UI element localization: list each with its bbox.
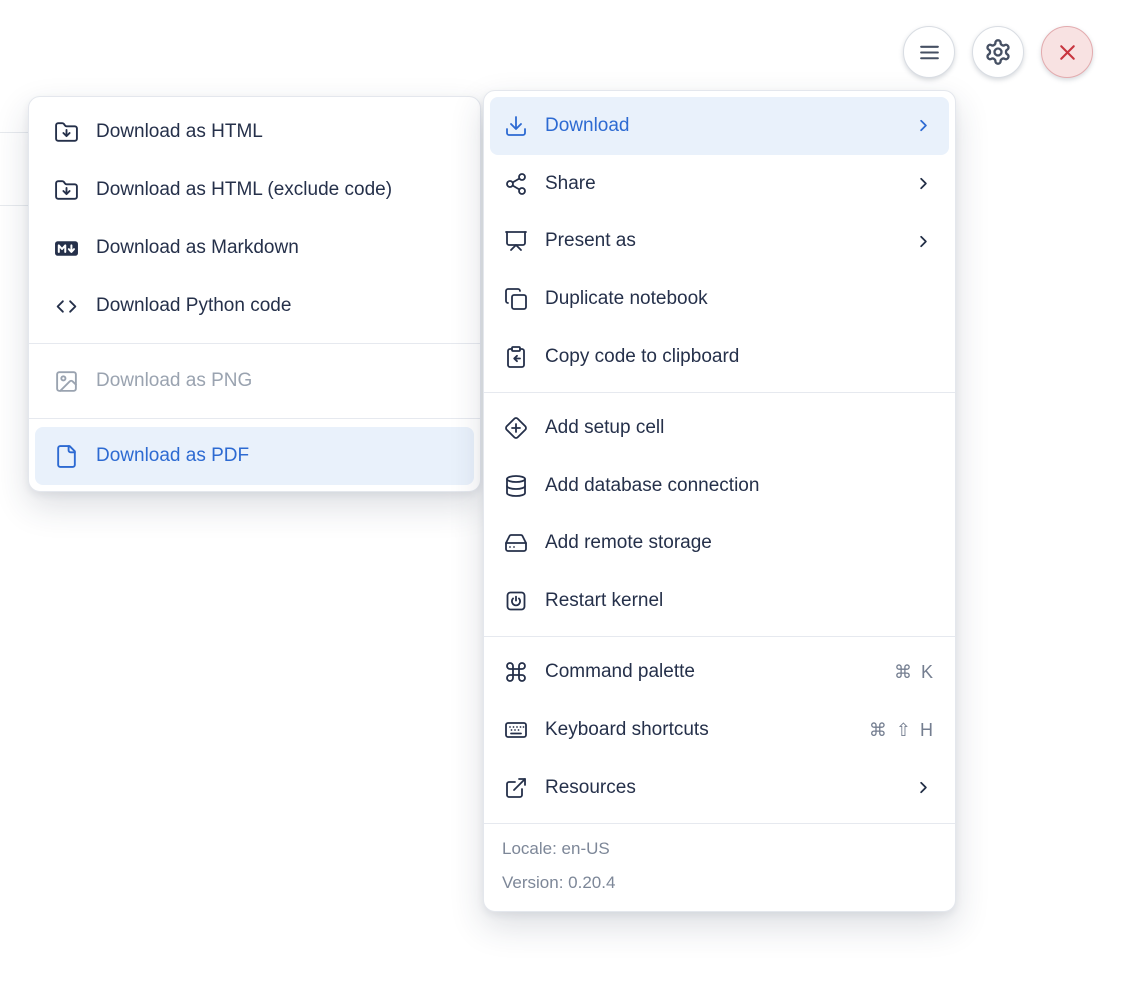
share-icon bbox=[504, 172, 528, 196]
keyboard-shortcut: ⌘ K bbox=[893, 662, 933, 683]
folder-down-icon bbox=[54, 178, 79, 203]
menu-item-trailing bbox=[914, 778, 933, 797]
background-cell-border bbox=[0, 205, 28, 206]
menu-item-label: Add remote storage bbox=[545, 532, 712, 554]
menu-divider bbox=[484, 391, 955, 393]
gear-icon bbox=[984, 38, 1012, 66]
menu-item-command-palette[interactable]: Command palette ⌘ K bbox=[490, 643, 949, 701]
menu-item-download-as-html[interactable]: Download as HTML bbox=[35, 103, 474, 161]
menu-item-label: Add setup cell bbox=[545, 416, 665, 438]
notebook-actions-menu-button[interactable] bbox=[903, 26, 955, 78]
power-icon bbox=[504, 589, 528, 613]
duplicate-icon bbox=[504, 287, 528, 311]
menu-item-download-as-pdf[interactable]: Download as PDF bbox=[35, 427, 474, 485]
menu-item-trailing bbox=[914, 116, 933, 135]
locale-label: Locale: en-US bbox=[502, 838, 610, 858]
menu-item-duplicate-notebook[interactable]: Duplicate notebook bbox=[490, 270, 949, 328]
chevron-right-icon bbox=[914, 116, 933, 135]
menu-item-add-remote-storage[interactable]: Add remote storage bbox=[490, 515, 949, 573]
external-link-icon bbox=[504, 776, 528, 800]
menu-item-label: Download as PNG bbox=[96, 370, 253, 391]
menu-item-label: Keyboard shortcuts bbox=[545, 718, 709, 740]
folder-down-icon bbox=[54, 120, 79, 145]
database-icon bbox=[504, 474, 528, 498]
menu-item-label: Add database connection bbox=[545, 474, 760, 496]
menu-item-download-python-code[interactable]: Download Python code bbox=[35, 277, 474, 335]
settings-button[interactable] bbox=[972, 26, 1024, 78]
menu-item-label: Restart kernel bbox=[545, 590, 664, 612]
hard-drive-icon bbox=[504, 531, 528, 555]
image-icon bbox=[54, 369, 79, 394]
menu-item-label: Download Python code bbox=[96, 295, 292, 316]
file-icon bbox=[54, 444, 79, 469]
menu-item-label: Download as HTML bbox=[96, 121, 263, 142]
menu-item-download-as-html-exclude-code[interactable]: Download as HTML (exclude code) bbox=[35, 161, 474, 219]
menu-item-label: Copy code to clipboard bbox=[545, 346, 740, 368]
menu-item-download-as-png: Download as PNG bbox=[35, 352, 474, 410]
menu-item-download[interactable]: Download bbox=[490, 97, 949, 155]
code-icon bbox=[54, 294, 79, 319]
command-icon bbox=[504, 660, 528, 684]
menu-item-label: Command palette bbox=[545, 661, 695, 683]
markdown-icon bbox=[54, 236, 79, 261]
menu-divider bbox=[29, 343, 480, 344]
menu-item-add-database-connection[interactable]: Add database connection bbox=[490, 457, 949, 515]
keyboard-shortcut: ⌘ ⇧ H bbox=[868, 719, 933, 740]
menu-item-label: Resources bbox=[545, 776, 636, 798]
menu-item-share[interactable]: Share bbox=[490, 155, 949, 213]
menu-item-present-as[interactable]: Present as bbox=[490, 213, 949, 271]
keyboard-icon bbox=[504, 718, 528, 742]
menu-item-label: Download as Markdown bbox=[96, 237, 299, 258]
present-icon bbox=[504, 229, 528, 253]
download-icon bbox=[504, 114, 528, 138]
menu-item-label: Download bbox=[545, 114, 630, 136]
menu-item-trailing: ⌘ K bbox=[894, 663, 933, 681]
version-label: Version: 0.20.4 bbox=[502, 872, 616, 892]
menu-item-restart-kernel[interactable]: Restart kernel bbox=[490, 572, 949, 630]
notebook-toolbar bbox=[903, 26, 1093, 78]
menu-item-download-as-markdown[interactable]: Download as Markdown bbox=[35, 219, 474, 277]
menu-item-trailing bbox=[914, 232, 933, 251]
menu-item-copy-code-to-clipboard[interactable]: Copy code to clipboard bbox=[490, 328, 949, 386]
download-submenu: Download as HTML Download as HTML (exclud… bbox=[28, 96, 481, 492]
shutdown-button[interactable] bbox=[1041, 26, 1093, 78]
chevron-right-icon bbox=[914, 778, 933, 797]
menu-item-label: Download as HTML (exclude code) bbox=[96, 179, 393, 200]
menu-item-label: Download as PDF bbox=[96, 445, 250, 466]
menu-footer: Locale: en-US Version: 0.20.4 bbox=[484, 822, 955, 906]
menu-item-trailing: ⌘ ⇧ H bbox=[869, 721, 933, 739]
menu-item-trailing bbox=[914, 174, 933, 193]
diamond-plus-icon bbox=[504, 416, 528, 440]
menu-item-add-setup-cell[interactable]: Add setup cell bbox=[490, 399, 949, 457]
menu-item-label: Present as bbox=[545, 230, 636, 252]
menu-item-label: Duplicate notebook bbox=[545, 288, 708, 310]
clipboard-copy-icon bbox=[504, 345, 528, 369]
x-icon bbox=[1055, 40, 1080, 65]
hamburger-icon bbox=[917, 40, 942, 65]
chevron-right-icon bbox=[914, 232, 933, 251]
chevron-right-icon bbox=[914, 174, 933, 193]
menu-item-label: Share bbox=[545, 172, 596, 194]
menu-item-resources[interactable]: Resources bbox=[490, 759, 949, 817]
menu-divider bbox=[484, 636, 955, 638]
menu-item-keyboard-shortcuts[interactable]: Keyboard shortcuts ⌘ ⇧ H bbox=[490, 701, 949, 759]
menu-divider bbox=[29, 418, 480, 419]
background-cell-border bbox=[0, 132, 28, 133]
notebook-main-menu: Download Share Present as Duplicate noteboo… bbox=[483, 90, 956, 912]
